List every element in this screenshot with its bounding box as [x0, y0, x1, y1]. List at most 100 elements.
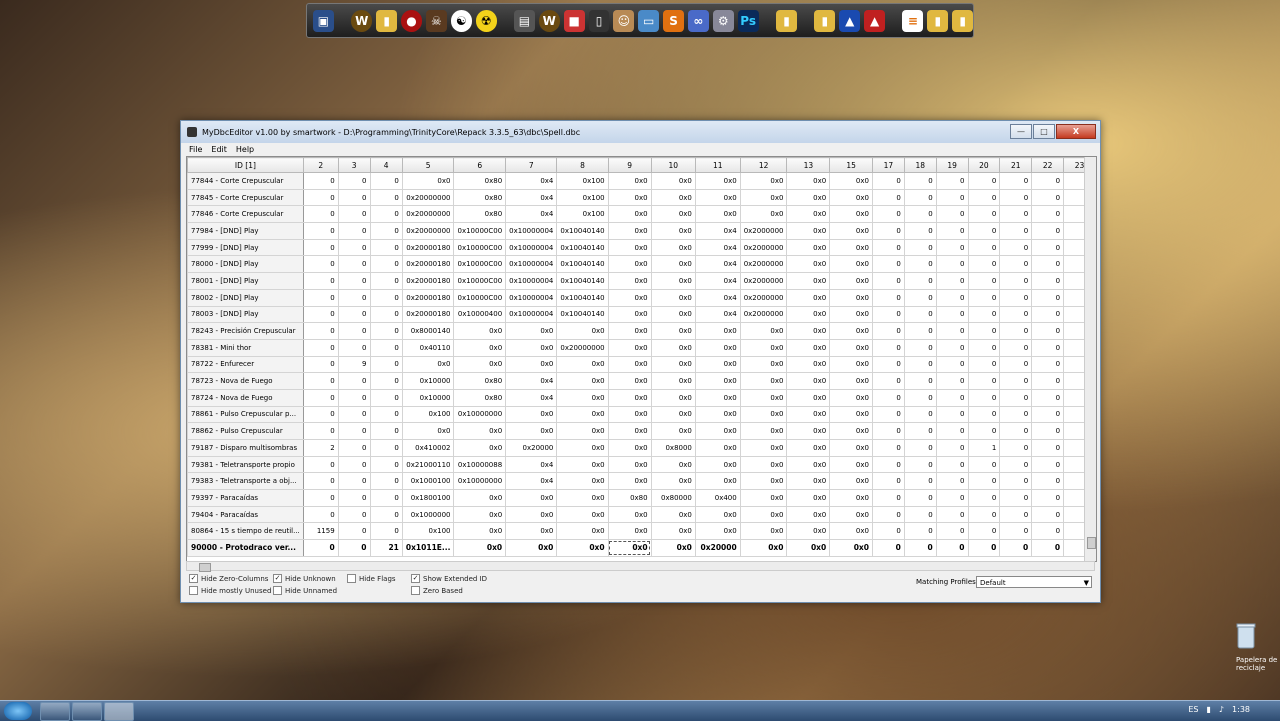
zero-based-checkbox[interactable]: Zero Based	[411, 586, 463, 595]
table-cell[interactable]: 0x0	[694, 338, 741, 357]
table-cell[interactable]: 0x0	[739, 455, 788, 474]
table-cell[interactable]: 0x0	[505, 322, 558, 340]
menu-edit[interactable]: Edit	[211, 145, 227, 154]
table-cell[interactable]: 0	[935, 305, 969, 324]
table-cell[interactable]: 0	[369, 305, 403, 324]
table-cell[interactable]: 0	[369, 455, 403, 474]
column-header[interactable]: 3	[337, 157, 371, 173]
table-cell[interactable]: 0	[337, 172, 371, 190]
table-cell[interactable]: 0x0	[607, 305, 652, 324]
table-cell[interactable]: 0	[967, 322, 1001, 340]
table-cell[interactable]: 0	[337, 338, 371, 357]
row-id-cell[interactable]: 90000 - Protodraco ver...	[187, 539, 304, 557]
table-cell[interactable]: 0	[1031, 439, 1065, 457]
table-cell[interactable]: 0x0	[739, 539, 788, 557]
table-row[interactable]: 78243 - Precisión Crepuscular 0 0 0 0x800014…	[187, 322, 1096, 340]
table-cell[interactable]: 0x0	[786, 322, 831, 340]
table-cell[interactable]: 0	[302, 255, 339, 274]
table-cell[interactable]: 0x0	[739, 372, 788, 390]
table-cell[interactable]: 0x0	[829, 505, 873, 524]
table-cell[interactable]: 0x0	[739, 355, 788, 374]
table-row[interactable]: 78381 - Mini thor 0 0 0 0x40110 0x0 0x0 0x20000…	[187, 338, 1096, 357]
table-cell[interactable]: 0x0	[650, 238, 696, 257]
table-cell[interactable]: 0x0	[786, 305, 831, 324]
table-cell[interactable]: 0x0	[786, 522, 831, 541]
table-row[interactable]: 77844 - Corte Crepuscular 0 0 0 0x0 0x80 0x4 0x…	[187, 172, 1096, 190]
table-cell[interactable]: 0x0	[739, 472, 788, 491]
table-cell[interactable]: 0	[302, 505, 339, 524]
table-cell[interactable]: 0x0	[650, 205, 696, 224]
table-cell[interactable]: 0	[967, 222, 1001, 240]
table-cell[interactable]: 0x0	[453, 539, 507, 557]
hide-unknown-checkbox[interactable]: ✓ Hide Unknown	[273, 574, 336, 583]
table-cell[interactable]: 0	[935, 255, 969, 274]
wow-icon[interactable]: W	[351, 9, 373, 32]
row-id-cell[interactable]: 78724 - Nova de Fuego	[187, 388, 304, 407]
table-cell[interactable]: 0x0	[453, 522, 507, 541]
table-cell[interactable]: 0x0	[607, 439, 652, 457]
row-id-cell[interactable]: 78861 - Pulso Crepuscular p...	[187, 405, 304, 424]
table-cell[interactable]: 0x10000004	[505, 222, 558, 240]
table-cell[interactable]: 0x0	[453, 355, 507, 374]
row-id-cell[interactable]: 78002 - [DND] Play	[187, 288, 304, 307]
folder-icon[interactable]: ▮	[776, 9, 797, 32]
table-cell[interactable]: 0	[967, 305, 1001, 324]
table-cell[interactable]: 0x0	[401, 172, 455, 190]
table-cell[interactable]: 0	[903, 272, 937, 290]
table-cell[interactable]: 0x1000100	[401, 472, 455, 491]
table-cell[interactable]: 0	[999, 489, 1033, 507]
matching-profiles-select[interactable]: Default ▼	[976, 576, 1092, 588]
table-cell[interactable]: 0	[871, 222, 905, 240]
table-cell[interactable]: 0x0	[786, 439, 831, 457]
table-cell[interactable]: 0x0	[453, 489, 507, 507]
table-cell[interactable]: 0	[1031, 372, 1065, 390]
table-cell[interactable]: 0	[302, 372, 339, 390]
table-cell[interactable]: 0	[871, 255, 905, 274]
table-cell[interactable]: 0x20000	[505, 439, 558, 457]
table-cell[interactable]: 0	[999, 222, 1033, 240]
table-cell[interactable]: 0x0	[694, 355, 741, 374]
table-cell[interactable]: 0	[999, 439, 1033, 457]
table-cell[interactable]: 0x0	[829, 388, 873, 407]
maximize-button[interactable]: □	[1033, 124, 1055, 139]
table-cell[interactable]: 0x2000000	[739, 238, 788, 257]
table-row[interactable]: 77999 - [DND] Play 0 0 0 0x20000180 0x10000C0…	[187, 238, 1096, 257]
table-cell[interactable]: 0x0	[607, 222, 652, 240]
table-cell[interactable]: 0	[337, 439, 371, 457]
table-cell[interactable]: 0x0	[786, 372, 831, 390]
table-cell[interactable]: 0x8000140	[401, 322, 455, 340]
table-row[interactable]: 78861 - Pulso Crepuscular p... 0 0 0 0x100 0x…	[187, 405, 1096, 424]
table-cell[interactable]: 0	[871, 489, 905, 507]
table-cell[interactable]: 0x0	[556, 422, 609, 440]
table-cell[interactable]: 0x10000400	[453, 305, 507, 324]
table-cell[interactable]: 0x0	[650, 539, 696, 557]
table-cell[interactable]: 0	[369, 338, 403, 357]
hide-zero-columns-checkbox[interactable]: ✓ Hide Zero-Columns	[189, 574, 268, 583]
table-cell[interactable]: 0	[967, 272, 1001, 290]
table-cell[interactable]: 0x0	[694, 472, 741, 491]
table-cell[interactable]: 0x2000000	[739, 272, 788, 290]
table-cell[interactable]: 0x0	[556, 489, 609, 507]
table-cell[interactable]: 0x0	[650, 322, 696, 340]
table-cell[interactable]: 0	[935, 455, 969, 474]
table-cell[interactable]: 0x0	[453, 505, 507, 524]
table-cell[interactable]: 0	[935, 355, 969, 374]
table-cell[interactable]: 0	[337, 405, 371, 424]
table-cell[interactable]: 0x0	[607, 405, 652, 424]
table-cell[interactable]: 0x1000000	[401, 505, 455, 524]
hide-mostly-unused-checkbox[interactable]: Hide mostly Unused	[189, 586, 271, 595]
table-cell[interactable]: 0x4	[694, 288, 741, 307]
table-cell[interactable]: 0	[935, 439, 969, 457]
table-cell[interactable]: 0	[999, 388, 1033, 407]
table-cell[interactable]: 0x0	[607, 422, 652, 440]
table-cell[interactable]: 0	[302, 539, 339, 557]
table-cell[interactable]: 0x0	[453, 439, 507, 457]
table-cell[interactable]: 0x80	[453, 372, 507, 390]
table-cell[interactable]: 0	[935, 172, 969, 190]
table-cell[interactable]: 0	[337, 422, 371, 440]
table-cell[interactable]: 0	[1031, 388, 1065, 407]
table-cell[interactable]: 0x0	[786, 338, 831, 357]
table-cell[interactable]: 0x0	[505, 489, 558, 507]
table-cell[interactable]: 0x100	[556, 172, 609, 190]
table-cell[interactable]: 0x0	[829, 188, 873, 207]
